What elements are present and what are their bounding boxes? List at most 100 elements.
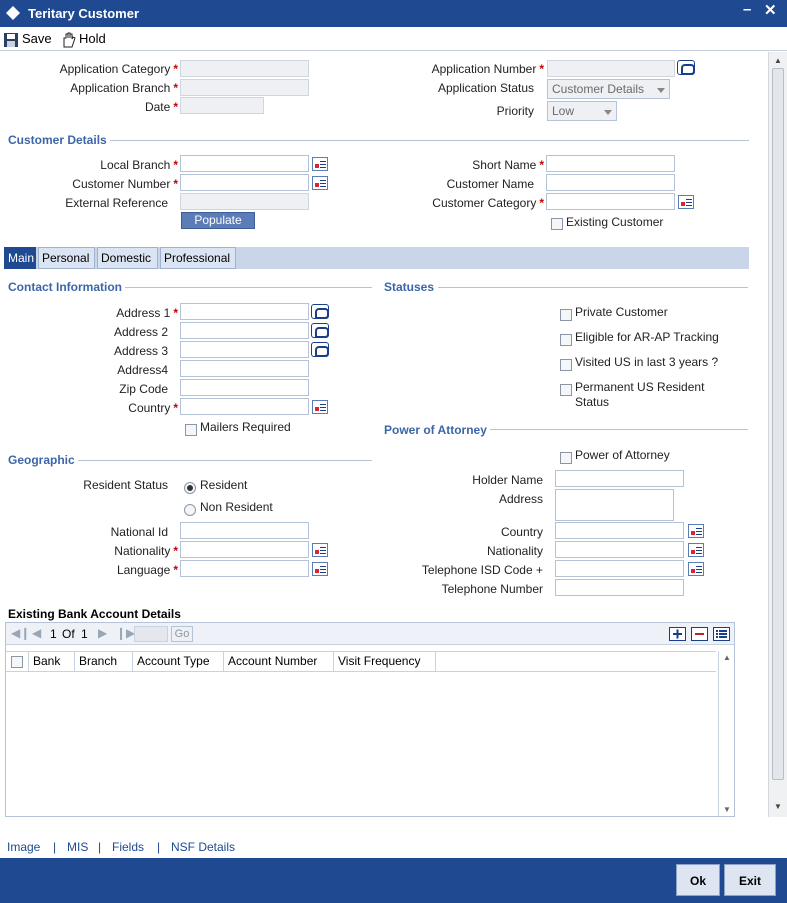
column-header[interactable]: Account Type: [133, 652, 224, 672]
section-divider: [125, 287, 372, 288]
customer-category-lov-icon[interactable]: [678, 195, 694, 209]
power-of-attorney-checkbox[interactable]: [560, 452, 572, 464]
last-page-icon[interactable]: ❙▶: [116, 626, 135, 640]
save-button[interactable]: Save: [3, 31, 52, 49]
poa-country-lov-icon[interactable]: [688, 524, 704, 538]
hold-button[interactable]: Hold: [60, 31, 106, 49]
customer-category-input[interactable]: [546, 193, 675, 210]
customer-number-input[interactable]: [180, 174, 309, 191]
ok-button[interactable]: Ok: [676, 864, 720, 896]
delete-row-button[interactable]: [691, 627, 708, 641]
image-link[interactable]: Image: [7, 840, 40, 854]
tab-personal[interactable]: Personal: [38, 247, 95, 269]
zip-code-input[interactable]: [180, 379, 309, 396]
tab-main[interactable]: Main: [4, 247, 36, 269]
poa-address-textarea[interactable]: [555, 489, 674, 521]
short-name-input[interactable]: [546, 155, 675, 172]
page-vertical-scrollbar[interactable]: ▲ ▼: [768, 52, 787, 817]
country-lov-icon[interactable]: [312, 400, 328, 414]
date-field[interactable]: [180, 97, 264, 114]
application-number-refresh-button[interactable]: [677, 60, 695, 75]
address4-input[interactable]: [180, 360, 309, 377]
resident-status-label: Resident Status: [83, 478, 168, 492]
go-button[interactable]: Go: [171, 626, 193, 642]
page-number-input[interactable]: [134, 626, 168, 642]
column-header[interactable]: Bank: [29, 652, 75, 672]
visited-us-checkbox[interactable]: [560, 359, 572, 371]
existing-customer-checkbox[interactable]: [551, 218, 563, 230]
poa-country-input[interactable]: [555, 522, 684, 539]
populate-button[interactable]: Populate: [181, 212, 255, 229]
app-diamond-icon: [6, 6, 20, 20]
tab-domestic[interactable]: Domestic: [97, 247, 158, 269]
external-reference-field[interactable]: [180, 193, 309, 210]
nsf-details-link[interactable]: NSF Details: [171, 840, 235, 854]
customer-number-lov-icon[interactable]: [312, 176, 328, 190]
application-branch-field[interactable]: [180, 79, 309, 96]
column-header[interactable]: Branch: [75, 652, 133, 672]
customer-name-input[interactable]: [546, 174, 675, 191]
poa-nationality-lov-icon[interactable]: [688, 543, 704, 557]
telephone-number-input[interactable]: [555, 579, 684, 596]
application-number-field[interactable]: [547, 60, 675, 77]
scroll-up-icon[interactable]: ▲: [774, 56, 782, 65]
prev-page-icon[interactable]: ◀: [32, 626, 41, 640]
telephone-isd-lov-icon[interactable]: [688, 562, 704, 576]
customer-category-label: Customer Category *: [432, 196, 544, 210]
scroll-down-icon[interactable]: ▼: [723, 805, 731, 814]
national-id-input[interactable]: [180, 522, 309, 539]
local-branch-lov-icon[interactable]: [312, 157, 328, 171]
address1-input[interactable]: [180, 303, 309, 320]
mis-link[interactable]: MIS: [67, 840, 88, 854]
fields-link[interactable]: Fields: [112, 840, 144, 854]
language-input[interactable]: [180, 560, 309, 577]
non-resident-radio[interactable]: [184, 504, 196, 516]
poa-nationality-input[interactable]: [555, 541, 684, 558]
address2-refresh-button[interactable]: [311, 323, 329, 338]
close-icon[interactable]: ✕: [764, 1, 777, 19]
private-customer-checkbox[interactable]: [560, 309, 572, 321]
application-category-label: Application Category *: [59, 62, 178, 76]
application-category-field[interactable]: [180, 60, 309, 77]
column-header[interactable]: Visit Frequency: [334, 652, 436, 672]
nationality-input[interactable]: [180, 541, 309, 558]
permanent-us-resident-checkbox[interactable]: [560, 384, 572, 396]
language-lov-icon[interactable]: [312, 562, 328, 576]
address3-input[interactable]: [180, 341, 309, 358]
plus-icon: [673, 629, 682, 639]
external-reference-label: External Reference: [65, 196, 168, 210]
priority-select[interactable]: Low: [547, 101, 617, 121]
save-icon: [4, 32, 18, 47]
address2-label: Address 2: [113, 325, 168, 339]
exit-button[interactable]: Exit: [724, 864, 776, 896]
telephone-isd-input[interactable]: [555, 560, 684, 577]
nationality-lov-icon[interactable]: [312, 543, 328, 557]
select-all-checkbox[interactable]: [11, 656, 23, 668]
local-branch-input[interactable]: [180, 155, 309, 172]
column-header[interactable]: Account Number: [224, 652, 334, 672]
next-page-icon[interactable]: ▶: [98, 626, 107, 640]
link-separator: |: [157, 840, 161, 854]
scroll-thumb[interactable]: [772, 68, 784, 780]
country-input[interactable]: [180, 398, 309, 415]
holder-name-input[interactable]: [555, 470, 684, 487]
arap-tracking-checkbox[interactable]: [560, 334, 572, 346]
poa-nationality-label: Nationality: [486, 544, 543, 558]
tab-professional[interactable]: Professional: [160, 247, 236, 269]
resident-radio[interactable]: [184, 482, 196, 494]
address2-input[interactable]: [180, 322, 309, 339]
grid-vertical-scrollbar[interactable]: ▲ ▼: [718, 651, 734, 816]
date-label: Date *: [144, 100, 178, 114]
mailers-required-checkbox[interactable]: [185, 424, 197, 436]
add-row-button[interactable]: [669, 627, 686, 641]
permanent-us-resident-label: Permanent US Resident Status: [575, 380, 705, 409]
address3-refresh-button[interactable]: [311, 342, 329, 357]
list-icon: [716, 630, 727, 638]
minimize-icon[interactable]: –: [743, 1, 751, 18]
first-page-icon[interactable]: ◀❙: [11, 626, 30, 640]
single-view-button[interactable]: [713, 627, 730, 641]
application-status-select[interactable]: Customer Details: [547, 79, 670, 99]
scroll-down-icon[interactable]: ▼: [774, 802, 782, 811]
address1-refresh-button[interactable]: [311, 304, 329, 319]
scroll-up-icon[interactable]: ▲: [723, 653, 731, 662]
